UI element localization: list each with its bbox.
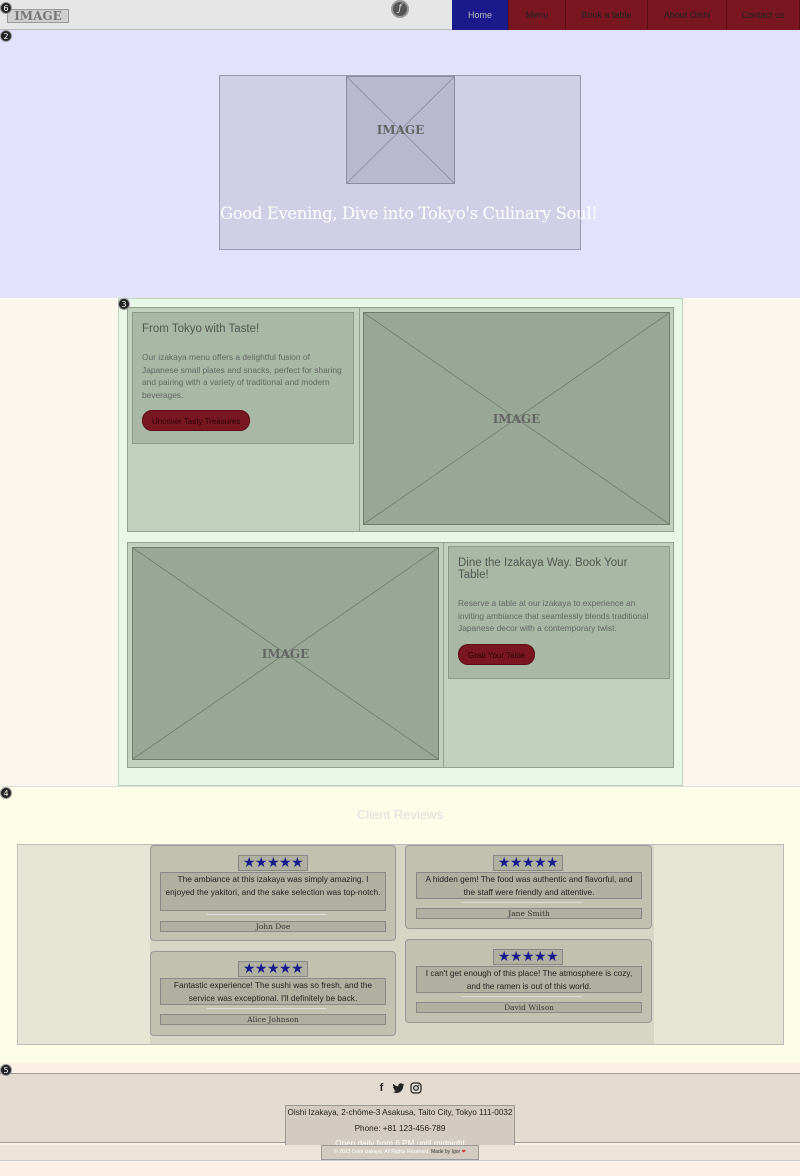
hero-banner: IMAGE Good Evening, Dive into Tokyo's Cu… [219, 75, 598, 250]
uncover-tasty-treasures-button[interactable]: Uncover Tasty Treasures [142, 410, 251, 432]
footer-band: f Oishi Izakaya, 2-chōme-3 Asakusa, Tait… [0, 1073, 800, 1151]
star-rating-icon: ★★★★★ [493, 855, 563, 871]
twitter-icon[interactable] [392, 1082, 405, 1095]
image-placeholder-label: IMAGE [261, 646, 310, 661]
review-text: A hidden gem! The food was authentic and… [416, 872, 642, 899]
image-placeholder-label: IMAGE [376, 123, 425, 137]
theme-toggle-icon[interactable]: ƒ [391, 0, 409, 18]
hero-title: Good Evening, Dive into Tokyo's Culinary… [220, 204, 598, 223]
feature-image: IMAGE [132, 547, 439, 760]
reviews-carousel: ★★★★★ The ambiance at this izakaya was s… [17, 844, 784, 1045]
star-rating-icon: ★★★★★ [238, 855, 308, 871]
logo-image[interactable]: IMAGE [7, 9, 69, 23]
divider [207, 1008, 327, 1009]
section-badge: 4 [0, 787, 12, 799]
reviews-grid: ★★★★★ The ambiance at this izakaya was s… [150, 845, 654, 1044]
review-text: Fantastic experience! The sushi was so f… [160, 978, 386, 1005]
feature-row: IMAGE Dine the Izakaya Way. Book Your Ta… [127, 542, 674, 768]
heart-icon: ❤ [461, 1149, 466, 1155]
copyright: © 2023 Oishi Izakaya. All Rights Reserve… [321, 1145, 479, 1160]
divider [207, 914, 327, 915]
reviews-section: Client Reviews ★★★★★ The ambiance at thi… [0, 786, 800, 1063]
footer-phone: Phone: +81 123-456-789 [354, 1124, 446, 1133]
feature-row: From Tokyo with Taste! Our izakaya menu … [127, 307, 674, 532]
divider [462, 996, 582, 997]
divider [443, 543, 444, 767]
review-text: I can't get enough of this place! The at… [416, 966, 642, 993]
feature-image: IMAGE [363, 312, 670, 525]
copyright-band: © 2023 Oishi Izakaya. All Rights Reserve… [0, 1145, 800, 1161]
main-nav: Home Menu Book a table About Oishi Conta… [452, 0, 800, 30]
star-rating-icon: ★★★★★ [493, 949, 563, 965]
review-card: ★★★★★ A hidden gem! The food was authent… [405, 845, 652, 929]
feature-description: Reserve a table at our izakaya to experi… [458, 598, 649, 634]
reviewer-name: John Doe [160, 921, 386, 932]
star-rating-icon: ★★★★★ [238, 961, 308, 977]
feature-text-card: From Tokyo with Taste! Our izakaya menu … [132, 312, 354, 444]
nav-book-a-table[interactable]: Book a table [566, 0, 648, 30]
feature-title: Dine the Izakaya Way. Book Your Table! [458, 557, 628, 581]
review-card: ★★★★★ Fantastic experience! The sushi wa… [150, 951, 396, 1036]
section-badge: 3 [118, 298, 130, 310]
section-badge: 2 [0, 30, 12, 42]
features-section: From Tokyo with Taste! Our izakaya menu … [118, 298, 683, 786]
instagram-icon[interactable] [409, 1082, 422, 1095]
reviewer-name: David Wilson [416, 1002, 642, 1013]
image-placeholder-label: IMAGE [492, 411, 541, 426]
feature-title: From Tokyo with Taste! [142, 323, 260, 335]
reviewer-name: Jane Smith [416, 908, 642, 919]
social-links: f [375, 1082, 422, 1095]
hero-section: IMAGE Good Evening, Dive into Tokyo's Cu… [0, 30, 800, 298]
grab-your-table-button[interactable]: Grab Your Table [458, 643, 536, 665]
review-text: The ambiance at this izakaya was simply … [160, 872, 386, 911]
made-by-link[interactable]: Made by Igor [431, 1149, 460, 1155]
facebook-icon[interactable]: f [375, 1082, 388, 1095]
site-footer: f Oishi Izakaya, 2-chōme-3 Asakusa, Tait… [0, 1063, 800, 1176]
hero-image: IMAGE [346, 76, 455, 184]
divider [462, 902, 582, 903]
reviewer-name: Alice Johnson [160, 1014, 386, 1025]
review-card: ★★★★★ I can't get enough of this place! … [405, 939, 652, 1023]
review-card: ★★★★★ The ambiance at this izakaya was s… [150, 845, 396, 941]
nav-about-oishi[interactable]: About Oishi [648, 0, 727, 30]
divider [359, 308, 360, 531]
copyright-text: © 2023 Oishi Izakaya. All Rights Reserve… [334, 1149, 430, 1155]
section-badge: 5 [0, 1064, 12, 1076]
reviews-title: Client Reviews [357, 807, 443, 822]
feature-description: Our izakaya menu offers a delightful fus… [142, 352, 342, 400]
nav-menu[interactable]: Menu [509, 0, 566, 30]
feature-text-card: Dine the Izakaya Way. Book Your Table! R… [448, 546, 670, 679]
footer-address: Oishi Izakaya, 2-chōme-3 Asakusa, Taito … [287, 1108, 513, 1117]
site-header: IMAGE ƒ Home Menu Book a table About Ois… [0, 0, 800, 30]
nav-contact-us[interactable]: Contact us [727, 0, 800, 30]
section-badge: 6 [0, 2, 12, 14]
nav-home[interactable]: Home [452, 0, 509, 30]
